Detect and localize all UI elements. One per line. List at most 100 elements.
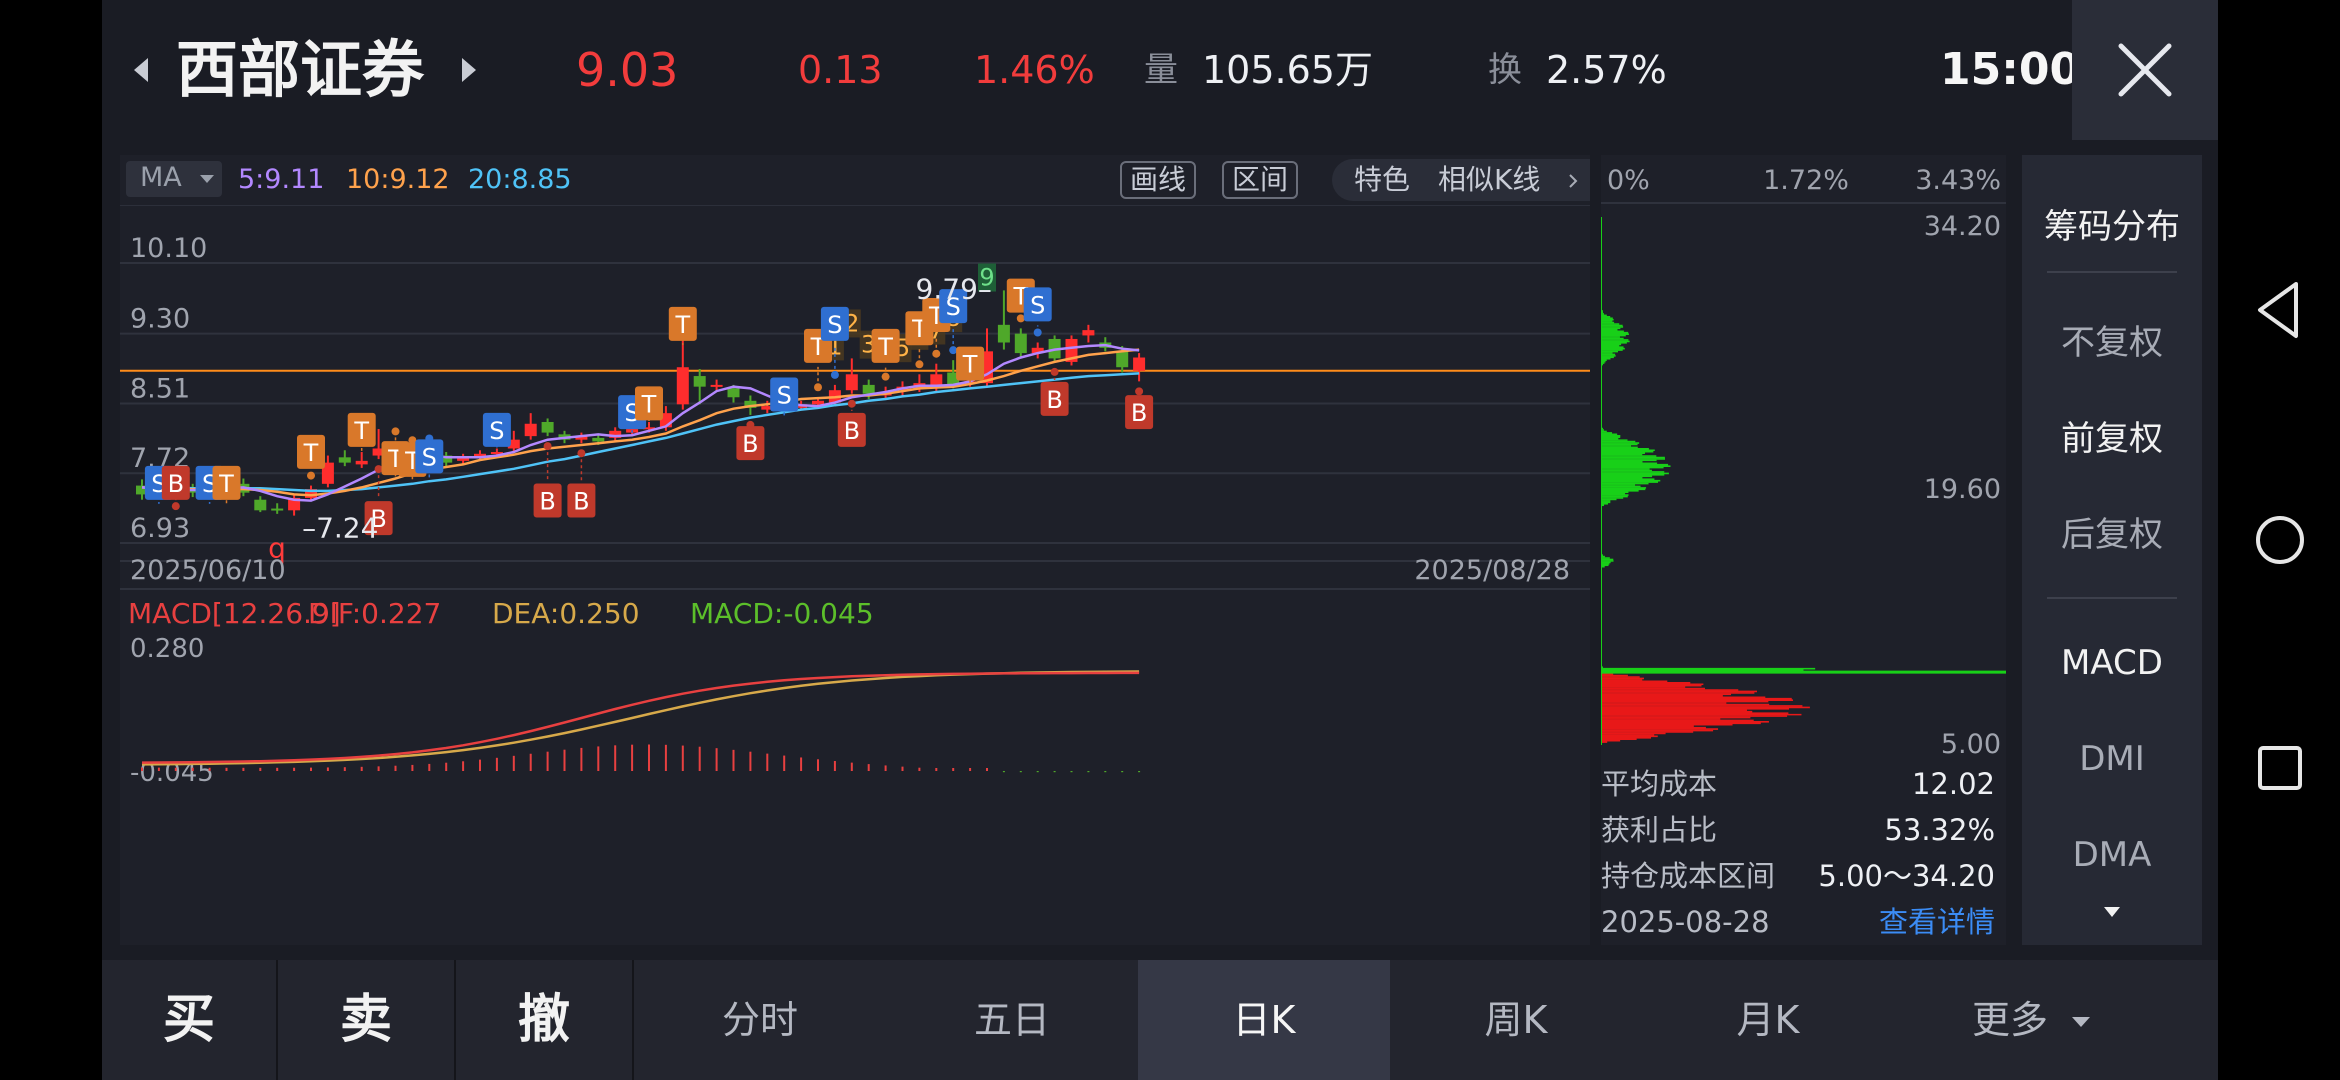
candle-body [845,374,858,391]
tab-intraday[interactable]: 分时 [634,960,886,1080]
side-menu: 筹码分布 不复权 前复权 后复权 MACD DMI DMA [2022,155,2202,945]
signal-label: S [827,311,842,339]
candle-body [524,423,537,437]
candle-body [1014,333,1027,354]
close-button[interactable] [2072,0,2218,140]
similar-kline-label: 相似K线 [1438,163,1541,196]
indicator-dmi[interactable]: DMI [2022,739,2202,779]
chip-price-top: 34.20 [1924,211,2001,242]
side-menu-title[interactable]: 筹码分布 [2022,199,2202,248]
ma-select[interactable]: MA [126,161,222,197]
signal-dot [814,383,822,392]
chip-pct-right: 3.43% [1915,165,2001,196]
backward-adjust-option[interactable]: 后复权 [2022,507,2202,556]
cancel-order-button[interactable]: 撤 [456,960,632,1080]
view-detail-link[interactable]: 查看详情 [1879,899,1995,945]
turnover-label: 换 [1488,50,1522,90]
y-tick-label: 8.51 [130,373,190,404]
price-change: 0.13 [798,48,883,92]
stock-app: 西部证券 9.03 0.13 1.46% 量 105.65万 换 2.57% 1… [102,0,2218,1080]
nav-recents-icon[interactable] [2258,746,2302,790]
close-icon [2118,43,2172,97]
macd-dea-label: DEA:0.250 [492,597,640,630]
similar-kline-button[interactable]: 特色 相似K线 [1332,159,1590,201]
more-button[interactable]: 更多 [1972,960,2218,1080]
sell-button[interactable]: 卖 [278,960,454,1080]
signal-dot [915,360,924,369]
candle-body [1082,330,1095,336]
candle-body [693,376,706,387]
signal-label: S [422,443,437,471]
candle-body [541,421,554,433]
avg-cost-value: 12.02 [1911,767,1995,801]
signal-dot [577,449,586,458]
tab-daily-k[interactable]: 日K [1138,960,1390,1080]
chip-date: 2025-08-28 [1601,905,1770,939]
candle-body [271,508,284,511]
signal-label: S [489,417,504,445]
ma10-value: 10:9.12 [346,164,450,195]
profit-ratio-value: 53.32% [1884,813,1995,847]
profit-ratio-label: 获利占比 [1601,813,1718,847]
divider [2047,271,2177,273]
more-label: 更多 [1972,998,2049,1042]
candle-body [355,460,368,465]
signal-dot [830,370,839,379]
date-end-label: 2025/08/28 [1414,555,1570,586]
indicator-macd[interactable]: MACD [2022,643,2202,683]
indicator-dma[interactable]: DMA [2022,835,2202,875]
signal-dot [949,346,958,355]
chip-pct-left: 0% [1607,165,1650,196]
signal-label: T [674,311,690,339]
more-indicators-icon[interactable] [2104,907,2120,917]
chevron-down-icon [2072,1017,2090,1027]
chip-distribution-panel: 0% 1.72% 3.43% 34.20 19.60 5.00 平均成本 12.02 获利… [1601,155,2006,945]
nav-home-icon[interactable] [2256,516,2304,564]
signal-label: B [1046,386,1062,414]
stock-name[interactable]: 西部证券 [176,0,424,140]
signal-label: T [218,470,234,498]
chip-price-mid: 19.60 [1924,474,2001,505]
macd-dif-label: DIF:0.227 [308,597,441,630]
next-stock-icon[interactable] [460,56,480,84]
candle-body [1133,357,1146,371]
signal-label: B [1131,399,1147,427]
forward-adjust-option[interactable]: 前复权 [2022,411,2202,460]
candle-body [1116,351,1129,368]
signal-label: B [539,487,555,515]
buy-button[interactable]: 买 [102,960,276,1080]
date-start-label: 2025/06/10 [130,555,286,586]
signal-dot [847,399,856,408]
signal-dot [881,372,890,381]
interval-button[interactable]: 区间 [1222,161,1299,199]
candle-body [592,437,605,442]
ma20-value: 20:8.85 [468,164,572,195]
cost-range-value: 5.00～34.20 [1818,859,1995,893]
candle-body [676,367,689,405]
avg-cost-row: 平均成本 12.02 [1601,761,2001,807]
signal-dot [1135,387,1144,396]
signal-label: B [742,430,758,458]
prev-stock-icon[interactable] [130,56,150,84]
candle-body [862,384,875,394]
signal-dot [391,427,400,436]
nav-back-icon[interactable] [2258,282,2298,338]
tab-monthly-k[interactable]: 月K [1642,960,1894,1080]
chip-date-row: 2025-08-28 查看详情 [1601,899,2001,945]
tab-five-day[interactable]: 五日 [886,960,1138,1080]
signal-label: B [573,487,589,515]
signal-label: T [877,333,893,361]
price-change-pct: 1.46% [974,48,1095,92]
candle-body [338,457,351,463]
tab-weekly-k[interactable]: 周K [1390,960,1642,1080]
draw-line-button[interactable]: 画线 [1120,161,1197,199]
feature-label: 特色 [1354,163,1411,196]
avg-cost-label: 平均成本 [1601,767,1718,801]
signal-label: S [777,381,792,409]
low-price-label: –7.24 [302,512,378,545]
kline-chart[interactable]: 10.109.308.517.726.93123456789SBSTTTBTTS… [120,205,1590,945]
signal-dot [1050,367,1059,376]
signal-label: T [303,439,319,467]
ma-select-label: MA [140,162,182,193]
no-adjust-option[interactable]: 不复权 [2022,315,2202,364]
